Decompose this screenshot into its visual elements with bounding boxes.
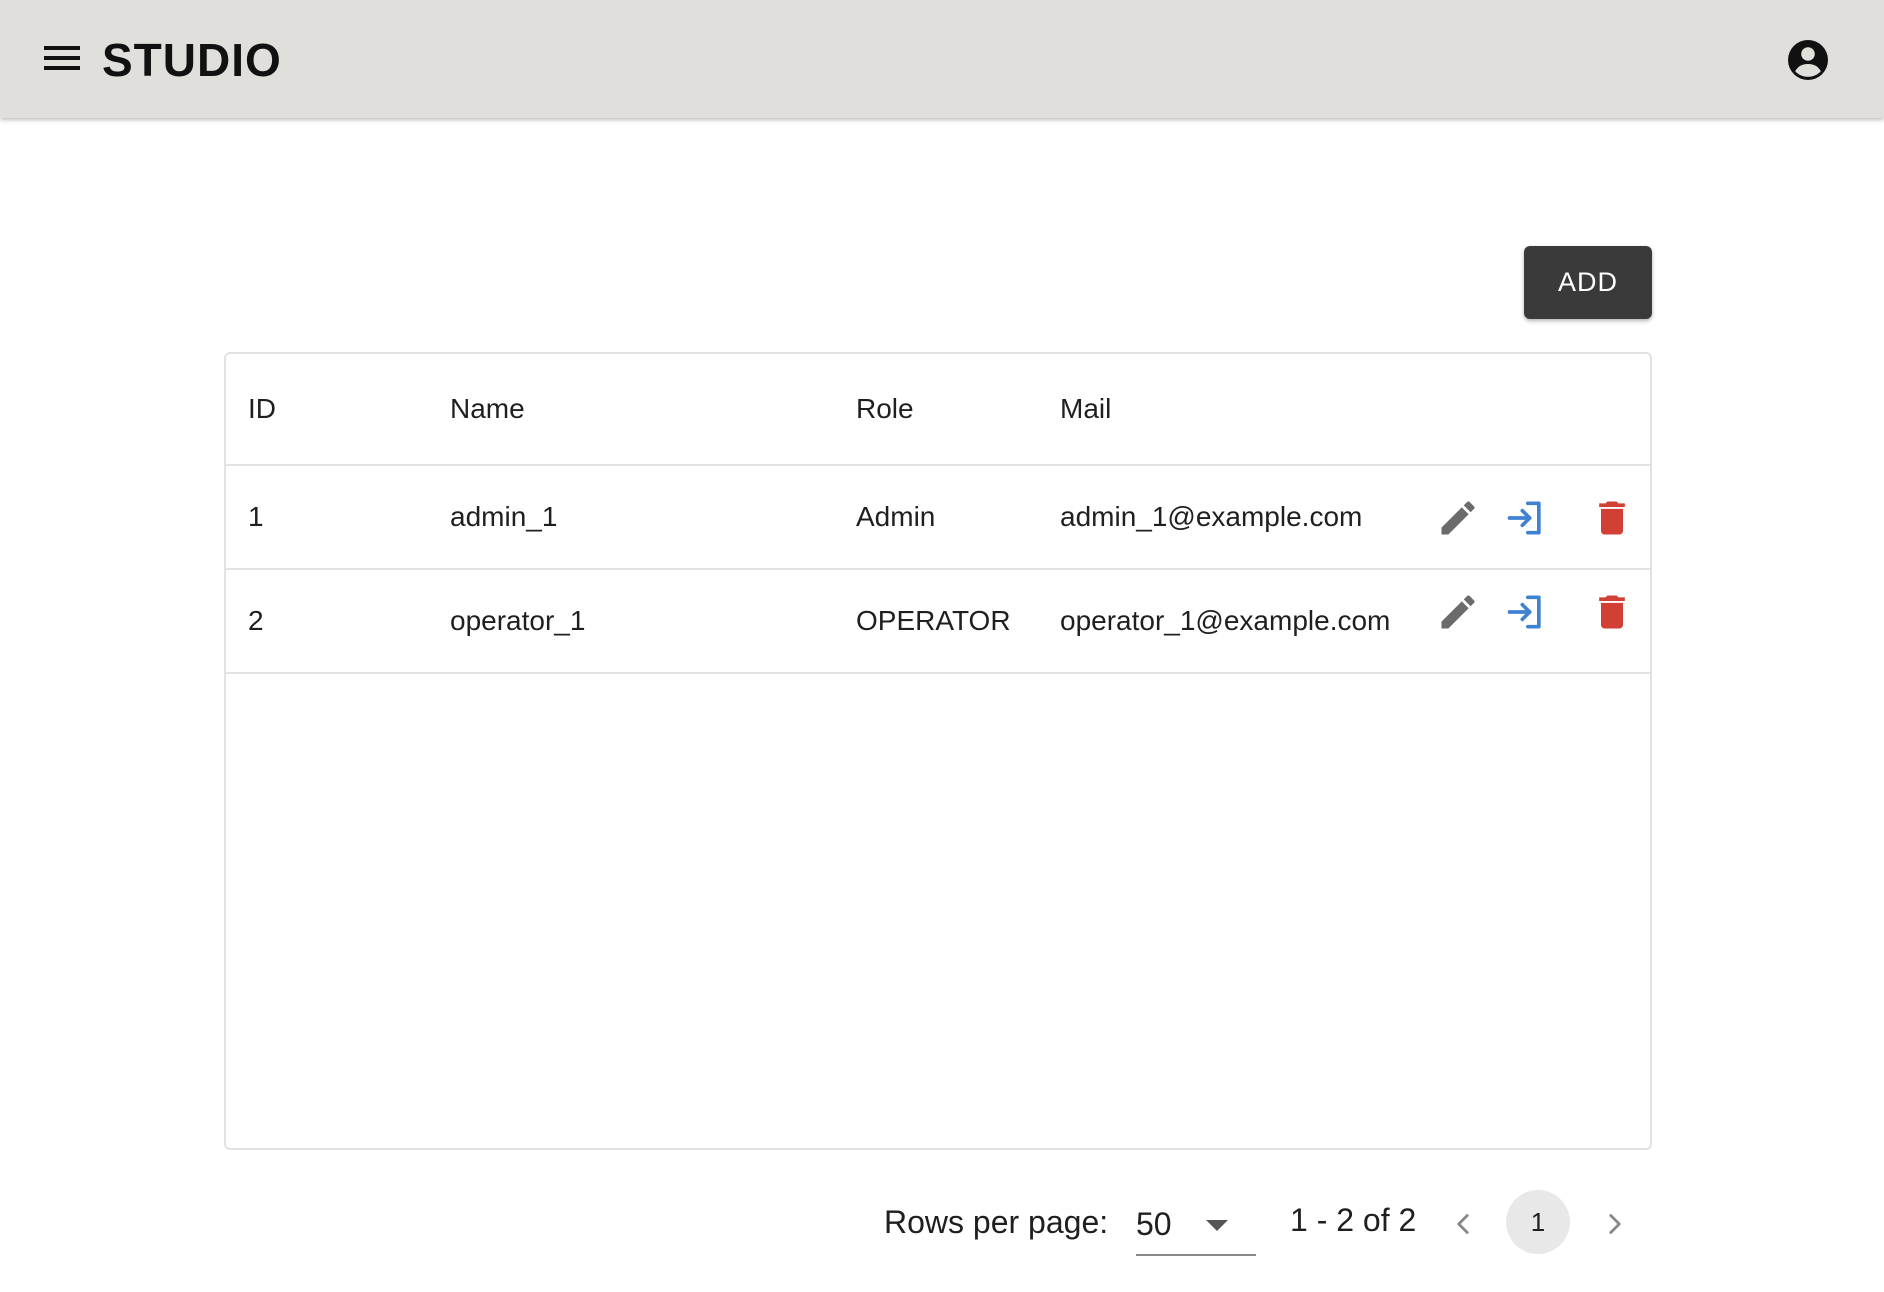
- rows-per-page-label: Rows per page:: [884, 1204, 1109, 1240]
- cell-id: 2: [248, 605, 264, 636]
- add-button[interactable]: ADD: [1524, 246, 1652, 319]
- rows-per-page-value: 50: [1136, 1206, 1172, 1242]
- cell-mail: operator_1@example.com: [1060, 605, 1391, 636]
- cell-role: Admin: [856, 501, 936, 532]
- users-table: ID Name Role Mail 1 admin_1 Admin admin_…: [224, 352, 1652, 1150]
- cell-name: admin_1: [450, 501, 558, 532]
- pagination: Rows per page: 50 1 - 2 of 2 1: [0, 1190, 1884, 1262]
- delete-icon[interactable]: [1590, 496, 1634, 540]
- table-row[interactable]: 1 admin_1 Admin admin_1@example.com: [226, 466, 1650, 570]
- delete-icon[interactable]: [1590, 590, 1634, 634]
- login-icon[interactable]: [1504, 496, 1548, 540]
- cell-id: 1: [248, 501, 264, 532]
- chevron-down-icon: [1206, 1220, 1228, 1231]
- column-header-role[interactable]: Role: [856, 354, 914, 464]
- table-row[interactable]: 2 operator_1 OPERATOR operator_1@example…: [226, 570, 1650, 674]
- app-bar: STUDIO: [0, 0, 1884, 118]
- edit-icon[interactable]: [1436, 496, 1480, 540]
- column-header-name[interactable]: Name: [450, 354, 525, 464]
- menu-icon[interactable]: [38, 40, 86, 84]
- chevron-left-icon[interactable]: [1446, 1204, 1480, 1244]
- cell-mail: admin_1@example.com: [1060, 501, 1363, 532]
- column-header-mail[interactable]: Mail: [1060, 354, 1111, 464]
- rows-per-page-select[interactable]: 50: [1136, 1200, 1256, 1256]
- cell-name: operator_1: [450, 605, 586, 636]
- pagination-range: 1 - 2 of 2: [1290, 1202, 1417, 1238]
- account-circle-icon[interactable]: [1784, 36, 1832, 84]
- table-header-row: ID Name Role Mail: [226, 354, 1650, 466]
- page-button-current[interactable]: 1: [1506, 1190, 1570, 1254]
- chevron-right-icon[interactable]: [1598, 1204, 1632, 1244]
- app-title: STUDIO: [102, 34, 282, 86]
- cell-role: OPERATOR: [856, 605, 1011, 636]
- column-header-id[interactable]: ID: [248, 354, 276, 464]
- edit-icon[interactable]: [1436, 590, 1480, 634]
- login-icon[interactable]: [1504, 590, 1548, 634]
